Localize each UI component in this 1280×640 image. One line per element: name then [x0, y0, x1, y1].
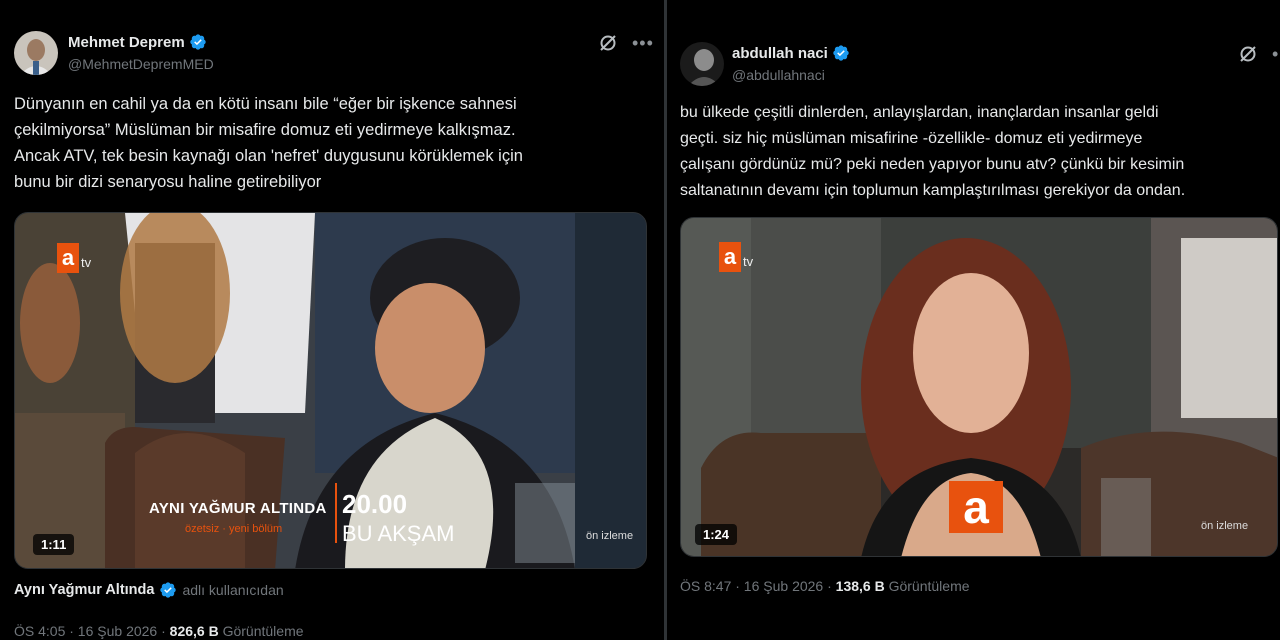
- show-title: AYNI YAĞMUR ALTINDA: [149, 500, 327, 517]
- right-author-handle[interactable]: @abdullahnaci: [732, 67, 825, 83]
- right-tweet-meta: ÖS 8:47 · 16 Şub 2026 · 138,6 B Görüntül…: [680, 578, 970, 594]
- right-top-actions: •••: [1238, 44, 1280, 64]
- atv-logo-suffix: tv: [81, 254, 92, 270]
- from-account-name[interactable]: Aynı Yağmur Altında: [14, 582, 154, 598]
- left-video-frame: [15, 213, 646, 568]
- right-tweet-text: bu ülkede çeşitli dinlerden, anlayışlard…: [680, 104, 1186, 199]
- grok-icon[interactable]: [598, 33, 618, 53]
- left-video-duration: 1:11: [33, 534, 75, 555]
- air-day: BU AKŞAM: [342, 521, 455, 546]
- verified-badge-icon: [159, 581, 177, 599]
- left-tweet-text: Dünyanın en cahil ya da en kötü insanı b…: [14, 95, 523, 191]
- atv-logo-icon: a: [57, 243, 79, 273]
- left-tweet-time[interactable]: ÖS 4:05 · 16 Şub 2026 ·: [14, 623, 166, 639]
- right-author-row: abdullah naci: [732, 44, 850, 62]
- right-tweet: abdullah naci @abdullahnaci ••• bu ülked…: [667, 0, 1280, 640]
- air-time: 20.00: [342, 489, 408, 519]
- left-view-label: Görüntüleme: [222, 623, 304, 639]
- more-icon[interactable]: •••: [1272, 45, 1280, 63]
- from-account-row: Aynı Yağmur Altında adlı kullanıcıdan: [14, 581, 284, 599]
- left-video[interactable]: a tv AYNI YAĞMUR ALTINDA özetsiz · yeni …: [14, 212, 647, 569]
- atv-watermark: a: [949, 481, 1003, 533]
- right-video[interactable]: a tv a ön izleme 1:24: [680, 217, 1278, 557]
- left-author-row: Mehmet Deprem: [68, 33, 207, 51]
- verified-badge-icon: [189, 33, 207, 51]
- left-avatar[interactable]: [14, 31, 58, 75]
- left-tweet: Mehmet Deprem @MehmetDepremMED ••• Dünya…: [0, 0, 664, 640]
- left-top-actions: •••: [598, 33, 654, 53]
- grok-icon[interactable]: [1238, 44, 1258, 64]
- left-preview-label: ön izleme: [586, 530, 634, 542]
- right-author-name[interactable]: abdullah naci: [732, 45, 828, 62]
- verified-badge-icon: [832, 44, 850, 62]
- left-view-count: 826,6 B: [169, 623, 219, 639]
- left-author-handle[interactable]: @MehmetDepremMED: [68, 56, 214, 72]
- show-subtitle: özetsiz · yeni bölüm: [185, 523, 283, 535]
- more-icon[interactable]: •••: [632, 34, 654, 52]
- right-avatar[interactable]: [680, 42, 724, 86]
- left-tweet-meta: ÖS 4:05 · 16 Şub 2026 · 826,6 B Görüntül…: [14, 623, 304, 639]
- left-author-name[interactable]: Mehmet Deprem: [68, 34, 185, 51]
- right-preview-label: ön izleme: [1201, 520, 1249, 532]
- right-video-duration: 1:24: [695, 524, 738, 545]
- from-account-label: adlı kullanıcıdan: [182, 582, 284, 598]
- right-tweet-time[interactable]: ÖS 8:47 · 16 Şub 2026 ·: [680, 578, 832, 594]
- right-channel-logo: a tv: [719, 242, 753, 272]
- atv-logo-icon: a: [719, 242, 741, 272]
- right-view-count: 138,6 B: [835, 578, 885, 594]
- left-channel-logo: a tv: [57, 243, 91, 273]
- atv-logo-suffix: tv: [743, 253, 754, 269]
- right-view-label: Görüntüleme: [888, 578, 970, 594]
